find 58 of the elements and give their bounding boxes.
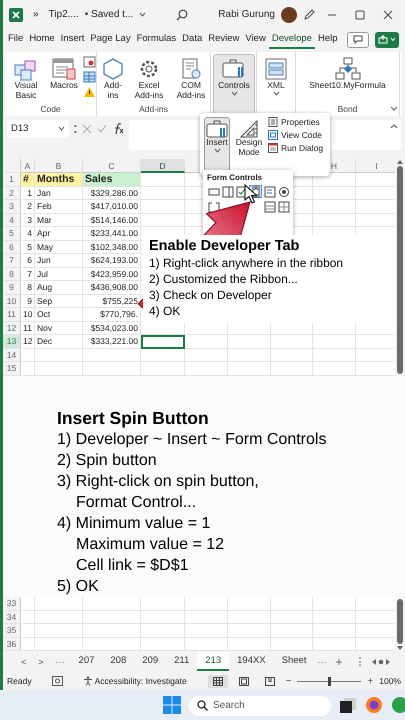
- table-cell: Oct: [35, 308, 83, 322]
- instruction-line: 3) Check on Developer: [149, 287, 273, 303]
- status-mode: Ready: [7, 676, 32, 686]
- callout-title: Enable Developer Tab: [149, 237, 300, 255]
- table-cell: #: [21, 173, 35, 187]
- instruction-line: Cell link = $D$1: [75, 556, 190, 576]
- panel-heading: Form Controls: [207, 173, 264, 182]
- table-cell: Aug: [35, 281, 83, 295]
- table-cell: 1: [21, 186, 35, 200]
- table-cell: 7: [21, 268, 35, 282]
- table-cell: $333,221.00: [83, 335, 141, 349]
- instruction-line: 4) Minimum value = 1: [57, 514, 212, 534]
- instruction-line: 3) Right-click on spin button,: [57, 472, 260, 492]
- table-cell: Dec: [35, 335, 83, 349]
- table-cell: 6: [21, 254, 35, 268]
- instruction-line: Format Control...: [75, 492, 198, 513]
- table-cell: $514,146.00: [83, 214, 141, 228]
- instruction-line: 5) OK: [57, 576, 100, 597]
- group-label: Code: [40, 104, 61, 116]
- table-cell: Mar: [35, 214, 83, 228]
- table-cell: 11: [21, 322, 35, 336]
- instruction-line: Maximum value = 12: [75, 534, 226, 555]
- table-cell: $423,959.00: [83, 268, 141, 282]
- table-cell: $417,010.00: [83, 200, 141, 214]
- table-cell: May: [35, 240, 83, 254]
- table-cell: 4: [21, 227, 35, 241]
- group-label: Add-ins: [139, 104, 168, 116]
- table-cell: $436,908.00: [83, 281, 141, 295]
- table-cell: $770,796.: [83, 308, 141, 322]
- instruction-line: 1) Developer ~ Insert ~ Form Controls: [57, 430, 328, 450]
- table-cell: Sales: [83, 173, 141, 187]
- instruction-line: 1) Right-click anywhere in the ribbon: [149, 255, 344, 271]
- instruction-line: 2) Customized the Ribbon...: [149, 271, 299, 287]
- table-cell: $534,023.00: [83, 322, 141, 336]
- table-cell: 9: [21, 294, 35, 308]
- table-cell: Jul: [35, 268, 83, 282]
- table-cell: 8: [21, 281, 35, 295]
- table-cell: Jan: [35, 186, 83, 200]
- table-cell: $624,193.00: [83, 254, 141, 268]
- table-cell: Apr: [35, 227, 83, 241]
- table-cell: Feb: [35, 200, 83, 214]
- callout-title: Insert Spin Button: [57, 408, 210, 429]
- table-cell: 2: [21, 200, 35, 214]
- table-cell: 10: [21, 308, 35, 322]
- table-cell: 12: [21, 335, 35, 349]
- table-cell: $233,441.00: [83, 227, 141, 241]
- save-status: • Saved t...: [84, 9, 134, 20]
- table-cell: Jun: [35, 254, 83, 268]
- group-label: Bond: [338, 104, 358, 116]
- instruction-line: 4) OK: [149, 303, 182, 319]
- table-cell: Months: [35, 173, 83, 187]
- table-cell: $329,286.00: [83, 186, 141, 200]
- table-cell: 5: [21, 240, 35, 254]
- table-cell: Nov: [35, 322, 83, 336]
- table-cell: Sep: [35, 294, 83, 308]
- instruction-line: 2) Spin button: [57, 450, 158, 471]
- table-cell: $102,348.00: [83, 240, 141, 254]
- table-cell: 3: [21, 214, 35, 228]
